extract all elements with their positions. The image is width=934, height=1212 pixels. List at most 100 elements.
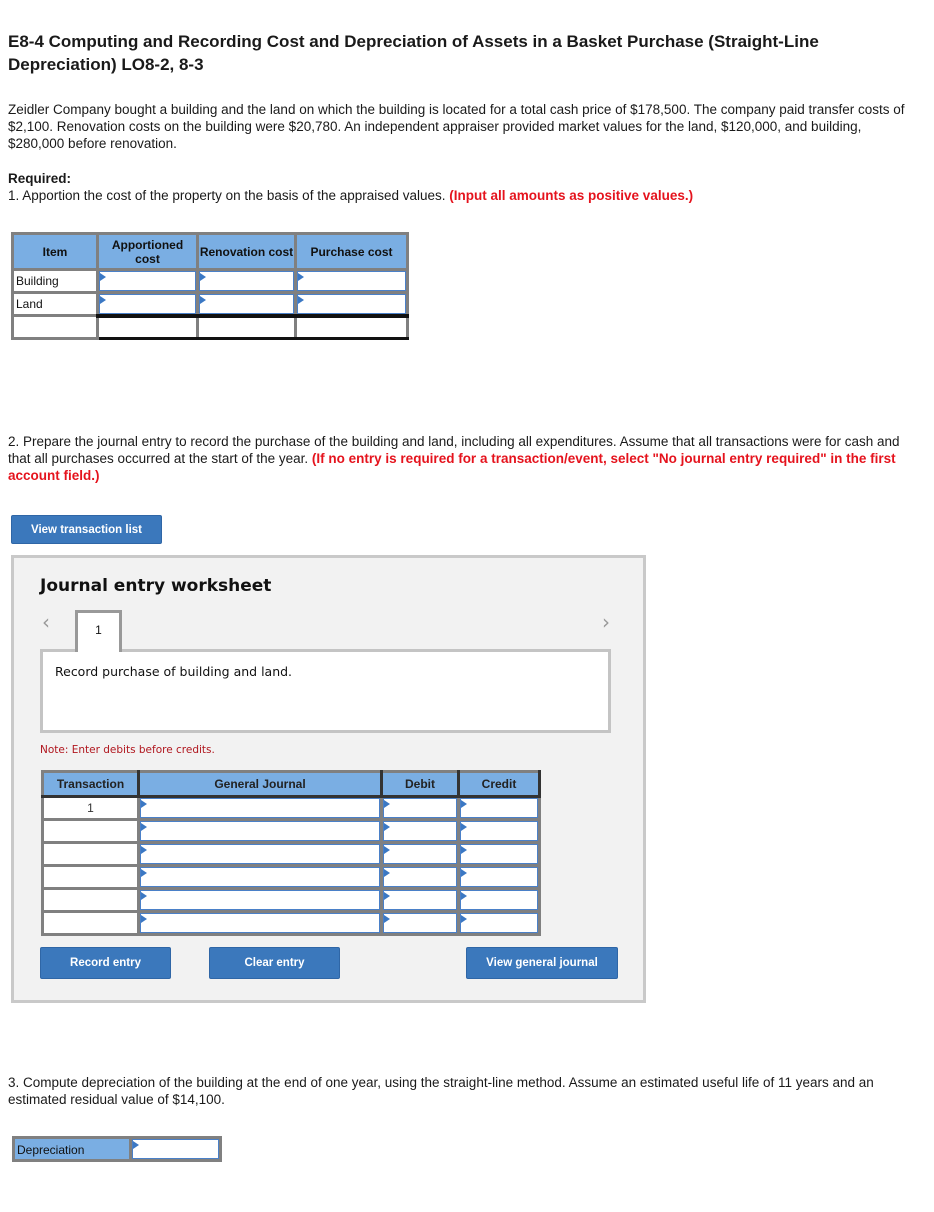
dropdown-marker-icon bbox=[384, 846, 390, 854]
input-field[interactable] bbox=[383, 890, 457, 910]
input-field[interactable] bbox=[460, 821, 538, 841]
required-section: Required: 1. Apportion the cost of the p… bbox=[8, 170, 918, 204]
account-select[interactable] bbox=[137, 818, 383, 844]
apportion-header-row: Item Apportioned cost Renovation cost Pu… bbox=[11, 232, 409, 271]
clear-entry-button[interactable]: Clear entry bbox=[209, 947, 340, 979]
transaction-number bbox=[41, 887, 140, 913]
dropdown-marker-icon bbox=[461, 823, 467, 831]
part2-question: 2. Prepare the journal entry to record t… bbox=[8, 433, 918, 484]
debit-input[interactable] bbox=[380, 887, 460, 913]
credit-input[interactable] bbox=[457, 864, 541, 890]
input-field[interactable] bbox=[460, 798, 538, 818]
chevron-right-icon[interactable]: › bbox=[602, 610, 610, 634]
dropdown-marker-icon bbox=[384, 892, 390, 900]
land-renovation-input[interactable] bbox=[196, 291, 297, 317]
input-field[interactable] bbox=[383, 913, 457, 933]
dropdown-marker-icon bbox=[141, 892, 147, 900]
table-row-building: Building bbox=[11, 268, 409, 294]
header-debit: Debit bbox=[380, 770, 460, 798]
account-select[interactable] bbox=[137, 910, 383, 936]
dropdown-marker-icon bbox=[384, 823, 390, 831]
dropdown-marker-icon bbox=[141, 846, 147, 854]
input-field[interactable] bbox=[460, 844, 538, 864]
journal-row bbox=[41, 887, 541, 913]
building-purchase-input[interactable] bbox=[294, 268, 409, 294]
input-field[interactable] bbox=[140, 867, 380, 887]
building-apportioned-input[interactable] bbox=[96, 268, 199, 294]
row-label-land: Land bbox=[11, 291, 99, 317]
dropdown-marker-icon bbox=[461, 846, 467, 854]
row-label-building: Building bbox=[11, 268, 99, 294]
debit-input[interactable] bbox=[380, 818, 460, 844]
transaction-number bbox=[41, 864, 140, 890]
depreciation-input[interactable] bbox=[132, 1139, 219, 1159]
dropdown-marker-icon bbox=[384, 869, 390, 877]
dropdown-marker-icon bbox=[200, 296, 206, 304]
row-label-total bbox=[11, 314, 99, 340]
journal-table: Transaction General Journal Debit Credit… bbox=[41, 770, 541, 936]
input-field[interactable] bbox=[99, 271, 196, 291]
transaction-number bbox=[41, 818, 140, 844]
part1-text: 1. Apportion the cost of the property on… bbox=[8, 188, 450, 203]
part3-question: 3. Compute depreciation of the building … bbox=[8, 1075, 874, 1107]
view-general-journal-button[interactable]: View general journal bbox=[466, 947, 618, 979]
total-apportioned-cell bbox=[96, 313, 199, 340]
worksheet-title: Journal entry worksheet bbox=[40, 576, 272, 596]
input-field[interactable] bbox=[383, 798, 457, 818]
dropdown-marker-icon bbox=[384, 800, 390, 808]
input-field[interactable] bbox=[140, 798, 380, 818]
credit-input[interactable] bbox=[457, 818, 541, 844]
transaction-number bbox=[41, 910, 140, 936]
input-field[interactable] bbox=[199, 271, 294, 291]
input-field[interactable] bbox=[140, 890, 380, 910]
account-select[interactable] bbox=[137, 864, 383, 890]
credit-input[interactable] bbox=[457, 841, 541, 867]
header-credit: Credit bbox=[457, 770, 541, 798]
header-general-journal: General Journal bbox=[137, 770, 383, 798]
account-select[interactable] bbox=[137, 841, 383, 867]
debit-input[interactable] bbox=[380, 795, 460, 821]
problem-title: E8-4 Computing and Recording Cost and De… bbox=[8, 32, 819, 74]
input-field[interactable] bbox=[132, 1139, 219, 1159]
input-field[interactable] bbox=[99, 294, 196, 314]
input-field[interactable] bbox=[383, 867, 457, 887]
input-field[interactable] bbox=[460, 890, 538, 910]
dropdown-marker-icon bbox=[141, 915, 147, 923]
view-transaction-list-button[interactable]: View transaction list bbox=[11, 515, 162, 544]
account-select[interactable] bbox=[137, 795, 383, 821]
dropdown-marker-icon bbox=[141, 869, 147, 877]
debit-input[interactable] bbox=[380, 910, 460, 936]
input-field[interactable] bbox=[297, 271, 406, 291]
journal-entry-worksheet: Journal entry worksheet ‹ › 1 Record pur… bbox=[11, 555, 646, 1003]
input-field[interactable] bbox=[140, 844, 380, 864]
debit-input[interactable] bbox=[380, 864, 460, 890]
input-field[interactable] bbox=[140, 821, 380, 841]
credit-input[interactable] bbox=[457, 887, 541, 913]
input-field[interactable] bbox=[199, 294, 294, 314]
credit-input[interactable] bbox=[457, 910, 541, 936]
record-entry-button[interactable]: Record entry bbox=[40, 947, 171, 979]
dropdown-marker-icon bbox=[461, 869, 467, 877]
input-field[interactable] bbox=[460, 913, 538, 933]
dropdown-marker-icon bbox=[133, 1141, 139, 1149]
debit-input[interactable] bbox=[380, 841, 460, 867]
input-field[interactable] bbox=[297, 294, 406, 314]
dropdown-marker-icon bbox=[298, 296, 304, 304]
credit-input[interactable] bbox=[457, 795, 541, 821]
input-field[interactable] bbox=[140, 913, 380, 933]
header-apportioned-cost: Apportioned cost bbox=[96, 232, 199, 271]
tab-entry-1[interactable]: 1 bbox=[75, 610, 122, 652]
input-field[interactable] bbox=[460, 867, 538, 887]
chevron-left-icon[interactable]: ‹ bbox=[42, 610, 50, 634]
land-apportioned-input[interactable] bbox=[96, 291, 199, 317]
input-field[interactable] bbox=[383, 844, 457, 864]
account-select[interactable] bbox=[137, 887, 383, 913]
land-purchase-input[interactable] bbox=[294, 291, 409, 317]
input-field[interactable] bbox=[383, 821, 457, 841]
part1-instruction: (Input all amounts as positive values.) bbox=[449, 188, 694, 203]
journal-row bbox=[41, 910, 541, 936]
building-renovation-input[interactable] bbox=[196, 268, 297, 294]
apportion-table: Item Apportioned cost Renovation cost Pu… bbox=[11, 232, 409, 340]
dropdown-marker-icon bbox=[200, 273, 206, 281]
dropdown-marker-icon bbox=[461, 915, 467, 923]
